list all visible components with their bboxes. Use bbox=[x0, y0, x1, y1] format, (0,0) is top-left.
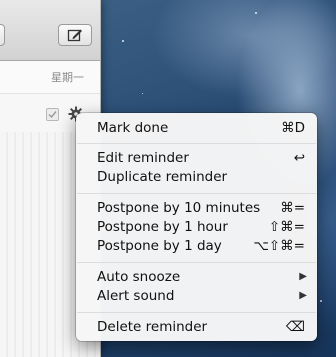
compose-icon bbox=[67, 29, 82, 42]
menu-item-postpone-10-minutes[interactable]: Postpone by 10 minutes ⌘= bbox=[76, 198, 317, 217]
menu-item-label: Alert sound bbox=[97, 287, 175, 304]
menu-item-postpone-1-day[interactable]: Postpone by 1 day ⌥⇧⌘= bbox=[76, 236, 317, 255]
menu-item-shortcut: ↩ bbox=[293, 149, 305, 166]
menu-item-label: Edit reminder bbox=[97, 149, 189, 166]
star bbox=[320, 300, 322, 302]
submenu-arrow-icon: ▶ bbox=[299, 290, 307, 301]
star bbox=[255, 12, 257, 14]
menu-item-postpone-1-hour[interactable]: Postpone by 1 hour ⇧⌘= bbox=[76, 217, 317, 236]
star bbox=[122, 40, 124, 42]
menu-item-auto-snooze[interactable]: Auto snooze ▶ bbox=[76, 267, 317, 286]
column-header bbox=[0, 61, 100, 94]
menu-separator bbox=[77, 262, 316, 263]
menu-item-label: Postpone by 1 day bbox=[97, 237, 222, 254]
menu-item-duplicate-reminder[interactable]: Duplicate reminder bbox=[76, 167, 317, 186]
menu-separator bbox=[77, 312, 316, 313]
weekday-label: 星期一 bbox=[51, 71, 84, 84]
menu-item-label: Duplicate reminder bbox=[97, 168, 228, 185]
menu-item-label: Delete reminder bbox=[97, 318, 208, 335]
menu-item-label: Postpone by 1 hour bbox=[97, 218, 228, 235]
menu-separator bbox=[77, 193, 316, 194]
window-toolbar bbox=[0, 0, 100, 61]
menu-item-alert-sound[interactable]: Alert sound ▶ bbox=[76, 286, 317, 305]
menu-item-shortcut: ⌘D bbox=[281, 119, 305, 136]
menu-item-shortcut: ⌘= bbox=[280, 199, 305, 216]
menu-item-shortcut: ⇧⌘= bbox=[268, 218, 305, 235]
reminder-context-menu: Mark done ⌘D Edit reminder ↩ Duplicate r… bbox=[76, 113, 317, 341]
menu-item-label: Mark done bbox=[97, 119, 169, 136]
toolbar-button[interactable] bbox=[0, 24, 5, 46]
menu-item-edit-reminder[interactable]: Edit reminder ↩ bbox=[76, 148, 317, 167]
menu-item-delete-reminder[interactable]: Delete reminder ⌫ bbox=[76, 317, 317, 336]
submenu-arrow-icon: ▶ bbox=[299, 271, 307, 282]
checkmark-icon bbox=[48, 111, 57, 119]
menu-item-label: Postpone by 10 minutes bbox=[97, 199, 261, 216]
compose-button[interactable] bbox=[58, 24, 92, 46]
menu-item-label: Auto snooze bbox=[97, 268, 181, 285]
menu-item-mark-done[interactable]: Mark done ⌘D bbox=[76, 118, 317, 137]
menu-item-shortcut: ⌥⇧⌘= bbox=[253, 237, 305, 254]
menu-separator bbox=[77, 143, 316, 144]
menu-item-shortcut: ⌫ bbox=[285, 318, 305, 335]
reminder-checkbox[interactable] bbox=[46, 108, 59, 121]
star bbox=[142, 93, 143, 94]
